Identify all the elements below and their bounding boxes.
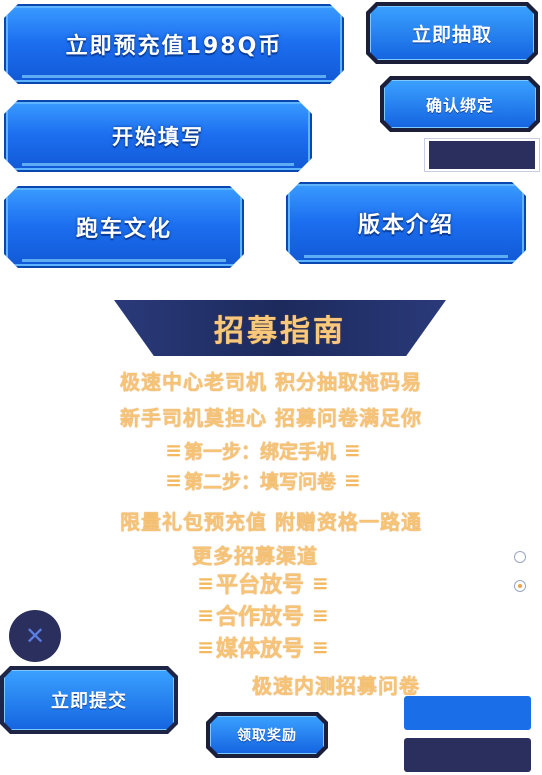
chevron-left-icon: ≡ bbox=[344, 468, 361, 492]
draw-now-label: 立即抽取 bbox=[370, 6, 534, 60]
navy-panel[interactable] bbox=[429, 141, 535, 169]
guide-title: 招募指南 bbox=[214, 314, 346, 349]
footer-questionnaire-label: 极速内测招募问卷 bbox=[252, 674, 420, 698]
step-1-label: 第一步：绑定手机 bbox=[183, 440, 336, 463]
channel-3-label: 媒体放号 bbox=[215, 637, 304, 662]
step-1-row: ≡ 第一步：绑定手机 ≡ bbox=[110, 436, 410, 464]
car-culture-label: 跑车文化 bbox=[75, 217, 172, 242]
radio-option-2[interactable] bbox=[514, 580, 526, 592]
chevron-right-icon: ≡ bbox=[197, 571, 214, 595]
confirm-bind-button[interactable]: 确认绑定 bbox=[380, 76, 540, 132]
precharge-button-label: 立即预充值198Q币 bbox=[65, 34, 283, 59]
guide-line-1: 极速中心老司机 积分抽取拖码易 bbox=[120, 370, 422, 394]
channel-3-row: ≡ 媒体放号 ≡ bbox=[150, 632, 370, 662]
channel-1-label: 平台放号 bbox=[215, 573, 304, 598]
start-fill-button[interactable]: 开始填写 bbox=[4, 100, 312, 172]
submit-now-button[interactable]: 立即提交 bbox=[0, 666, 178, 734]
blue-action-button[interactable] bbox=[404, 696, 531, 730]
channel-2-label: 合作放号 bbox=[215, 605, 304, 630]
radio-option-1[interactable] bbox=[514, 551, 526, 563]
claim-reward-label: 领取奖励 bbox=[210, 716, 324, 754]
chevron-left-icon: ≡ bbox=[312, 603, 329, 627]
chevron-right-icon: ≡ bbox=[197, 635, 214, 659]
close-button[interactable]: ✕ bbox=[9, 610, 61, 662]
guide-line-3: 限量礼包预充值 附赠资格一路通 bbox=[120, 510, 422, 534]
channel-1-row: ≡ 平台放号 ≡ bbox=[150, 568, 370, 598]
button-edge-glow bbox=[22, 163, 294, 166]
more-channels-label: 更多招募渠道 bbox=[192, 544, 318, 568]
version-intro-button[interactable]: 版本介绍 bbox=[286, 182, 526, 264]
chevron-left-icon: ≡ bbox=[312, 635, 329, 659]
chevron-left-icon: ≡ bbox=[312, 571, 329, 595]
car-culture-button[interactable]: 跑车文化 bbox=[4, 186, 244, 268]
confirm-bind-label: 确认绑定 bbox=[384, 80, 536, 128]
close-icon: ✕ bbox=[24, 622, 46, 650]
navy-panel-frame bbox=[424, 138, 540, 172]
chevron-right-icon: ≡ bbox=[165, 468, 182, 492]
button-edge-glow bbox=[22, 75, 326, 78]
guide-line-2: 新手司机莫担心 招募问卷满足你 bbox=[120, 406, 422, 430]
version-intro-label: 版本介绍 bbox=[357, 213, 454, 238]
step-2-label: 第二步：填写问卷 bbox=[183, 470, 336, 493]
precharge-button[interactable]: 立即预充值198Q币 bbox=[4, 4, 344, 84]
step-2-row: ≡ 第二步：填写问卷 ≡ bbox=[110, 466, 410, 494]
chevron-right-icon: ≡ bbox=[165, 438, 182, 462]
chevron-right-icon: ≡ bbox=[197, 603, 214, 627]
channel-2-row: ≡ 合作放号 ≡ bbox=[150, 600, 370, 630]
navy-action-button[interactable] bbox=[404, 738, 531, 772]
button-edge-glow bbox=[304, 255, 508, 258]
claim-reward-button[interactable]: 领取奖励 bbox=[206, 712, 328, 758]
start-fill-label: 开始填写 bbox=[112, 125, 204, 149]
chevron-left-icon: ≡ bbox=[344, 438, 361, 462]
button-edge-glow bbox=[22, 259, 226, 262]
guide-title-banner: 招募指南 bbox=[114, 300, 446, 356]
draw-now-button[interactable]: 立即抽取 bbox=[366, 2, 538, 64]
submit-now-label: 立即提交 bbox=[4, 670, 174, 730]
